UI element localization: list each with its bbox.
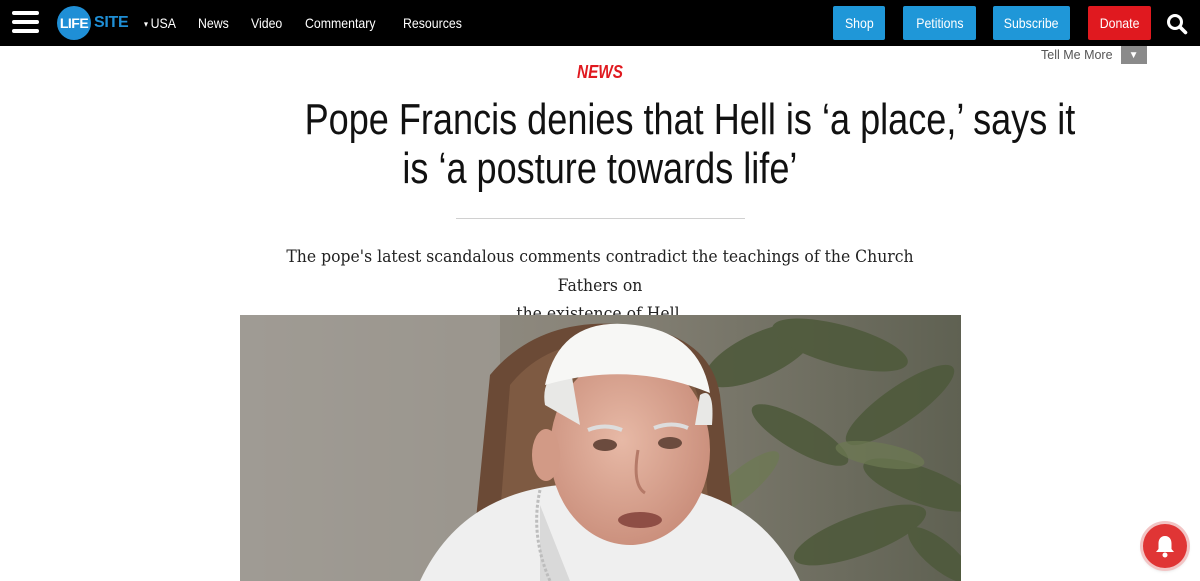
lifesite-logo[interactable]: LIFE SITE <box>57 6 129 40</box>
bell-icon <box>1156 536 1174 558</box>
nav-item-label: USA <box>150 15 176 31</box>
caret-down-icon: ▾ <box>144 19 148 29</box>
subscribe-button[interactable]: Subscribe <box>993 6 1070 40</box>
hamburger-menu-icon[interactable] <box>12 11 39 34</box>
main-nav: ▾ USA News Video Commentary Resources <box>144 0 488 46</box>
notification-bell-button[interactable] <box>1143 524 1187 568</box>
headline-divider <box>456 218 745 219</box>
article-hero-image <box>240 315 961 581</box>
shop-button[interactable]: Shop <box>833 6 885 40</box>
nav-item-usa[interactable]: ▾ USA <box>144 15 176 31</box>
petitions-button[interactable]: Petitions <box>903 6 976 40</box>
logo-mark: LIFE <box>57 6 91 40</box>
search-icon[interactable] <box>1166 13 1188 35</box>
logo-wordmark: SITE <box>94 14 129 31</box>
headline-line-1: Pope Francis denies that Hell is ‘a plac… <box>304 95 1076 144</box>
tell-me-more-label: Tell Me More <box>1041 48 1113 62</box>
nav-item-news[interactable]: News <box>198 15 229 31</box>
nav-item-resources[interactable]: Resources <box>403 15 462 31</box>
donate-button[interactable]: Donate <box>1088 6 1151 40</box>
article-headline: Pope Francis denies that Hell is ‘a plac… <box>220 95 1076 193</box>
headline-line-2: is ‘a posture towards life’ <box>402 144 798 193</box>
top-navigation-bar: LIFE SITE ▾ USA News Video Commentary Res… <box>0 0 1200 46</box>
article-category[interactable]: NEWS <box>0 62 1200 83</box>
subtitle-line-1: The pope's latest scandalous comments co… <box>286 247 914 296</box>
nav-item-video[interactable]: Video <box>251 15 282 31</box>
nav-item-commentary[interactable]: Commentary <box>305 15 376 31</box>
